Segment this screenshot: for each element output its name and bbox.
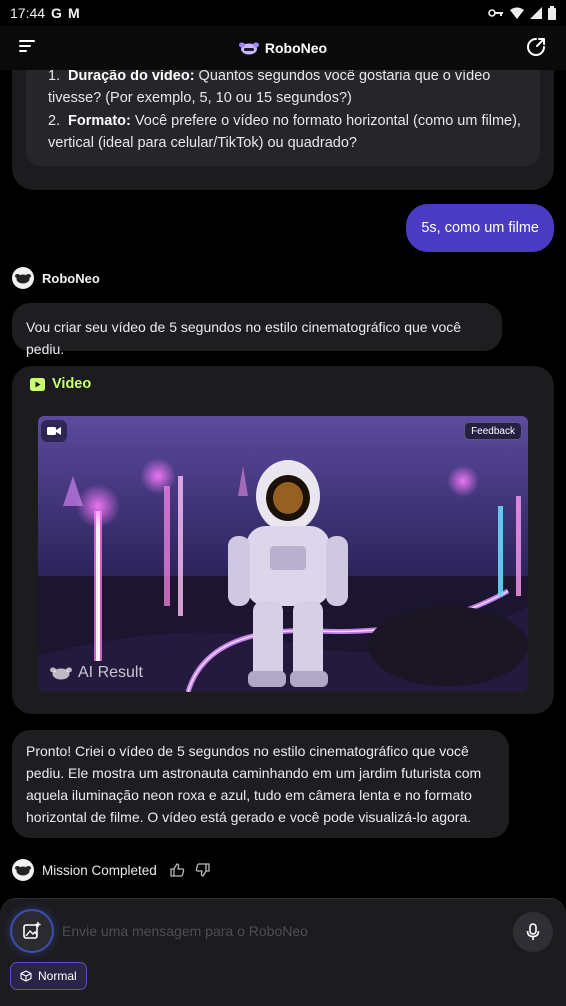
thumbs-down-icon — [195, 863, 210, 877]
menu-button[interactable] — [18, 38, 40, 58]
menu-icon — [19, 40, 35, 52]
thumbs-down-button[interactable] — [195, 862, 211, 878]
message-composer: Normal — [0, 898, 566, 1006]
thumbs-up-button[interactable] — [169, 862, 185, 878]
question-item-2: 2. Formato: Você prefere o vídeo no form… — [48, 110, 538, 154]
roboneo-avatar-icon — [15, 865, 31, 875]
video-card-title: Video — [30, 376, 91, 392]
bot-message-text: Vou criar seu vídeo de 5 segundos no est… — [26, 319, 462, 357]
ai-result-watermark: AI Result — [50, 664, 143, 682]
question-item-1: 1. Duração do vídeo: Quantos segundos vo… — [48, 70, 538, 109]
message-input[interactable] — [62, 917, 492, 945]
status-time: 17:44 — [10, 5, 46, 21]
thumbs-up-icon — [170, 863, 185, 877]
mission-status: Mission Completed — [12, 859, 211, 881]
chat-thread[interactable]: 1. Duração do vídeo: Quantos segundos vo… — [0, 70, 566, 898]
question-title: Formato: — [68, 113, 131, 129]
signal-icon — [530, 7, 542, 19]
voice-input-button[interactable] — [513, 912, 553, 952]
brand-name: RoboNeo — [264, 40, 328, 56]
question-number: 2. — [48, 113, 61, 129]
mission-label: Mission Completed — [42, 862, 157, 878]
watermark-text: AI Result — [78, 664, 143, 681]
play-icon — [30, 377, 45, 391]
video-player[interactable]: Feedback AI Result — [38, 416, 528, 692]
previous-bot-card: 1. Duração do vídeo: Quantos segundos vo… — [12, 70, 554, 190]
microphone-icon — [526, 923, 540, 940]
avatar — [12, 859, 34, 881]
mode-selector[interactable]: Normal — [10, 962, 87, 990]
roboneo-logo-icon — [238, 42, 259, 55]
app-header: RoboNeo — [0, 26, 566, 70]
bot-message-bubble: Vou criar seu vídeo de 5 segundos no est… — [12, 303, 502, 357]
video-mode-button[interactable] — [41, 420, 67, 442]
feedback-label: Feedback — [471, 425, 515, 437]
question-title: Duração do vídeo: — [68, 70, 195, 84]
roboneo-avatar-icon — [15, 273, 31, 283]
roboneo-watermark-icon — [50, 667, 72, 680]
share-out-icon — [527, 38, 545, 56]
cube-icon — [20, 970, 32, 982]
video-result-card: Video Feedback AI Result — [12, 366, 554, 714]
wifi-icon — [510, 7, 524, 19]
video-thumbnail — [38, 416, 528, 692]
question-number: 1. — [48, 70, 61, 84]
user-message-bubble: 5s, como um filme — [406, 204, 554, 252]
gmail-notification-icon: M — [67, 5, 80, 21]
bot-message-bubble: Pronto! Criei o vídeo de 5 segundos no e… — [12, 730, 509, 838]
bot-header: RoboNeo — [12, 267, 100, 289]
status-bar: 17:44 G M — [0, 0, 566, 26]
video-camera-icon — [47, 427, 61, 435]
mode-label: Normal — [38, 969, 77, 983]
video-title-text: Video — [52, 376, 92, 392]
vpn-key-icon — [488, 9, 503, 17]
feedback-button[interactable]: Feedback — [464, 422, 522, 440]
google-notification-icon: G — [51, 5, 62, 21]
image-add-icon — [23, 922, 41, 939]
user-message-text: 5s, como um filme — [421, 220, 539, 236]
brand: RoboNeo — [238, 40, 328, 56]
new-chat-button[interactable] — [526, 37, 548, 59]
bot-message-text: Pronto! Criei o vídeo de 5 segundos no e… — [26, 743, 482, 825]
add-image-button[interactable] — [12, 911, 52, 951]
avatar — [12, 267, 34, 289]
battery-icon — [548, 6, 556, 20]
bot-name: RoboNeo — [42, 270, 100, 286]
